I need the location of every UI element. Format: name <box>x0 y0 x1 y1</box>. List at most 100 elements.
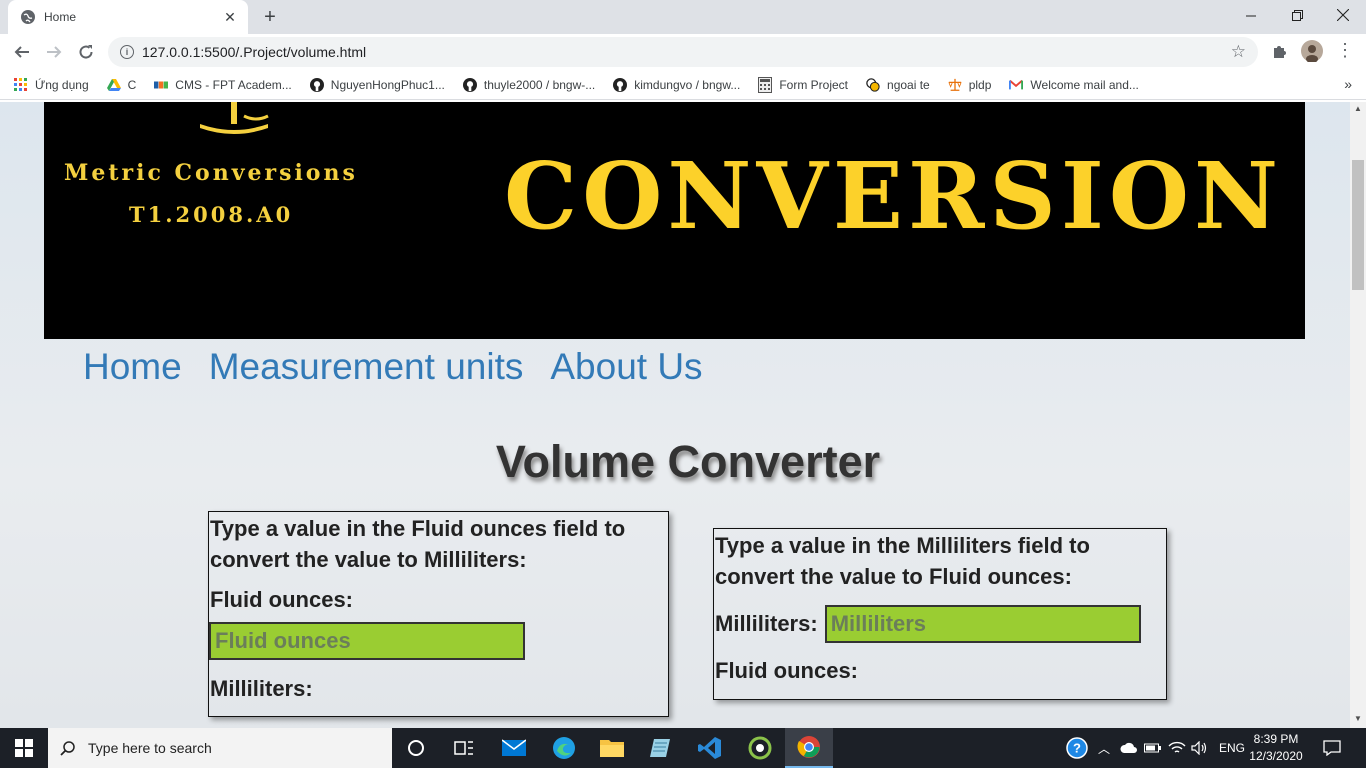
info-icon[interactable]: i <box>120 45 134 59</box>
app-circle-icon[interactable] <box>736 728 784 768</box>
reload-button[interactable] <box>72 38 100 66</box>
chrome-taskbar-icon[interactable] <box>785 728 833 768</box>
bookmark-github-thuyle[interactable]: thuyle2000 / bngw-... <box>462 77 595 92</box>
scrollbar-thumb[interactable] <box>1352 160 1364 290</box>
scroll-down-icon[interactable]: ▼ <box>1354 714 1362 723</box>
nav-link-home[interactable]: Home <box>83 346 182 388</box>
milliliters-row: Milliliters: Milliliters <box>714 605 1166 643</box>
system-clock[interactable]: 8:39 PM 12/3/2020 <box>1248 731 1304 765</box>
tab-strip: Home ✕ + <box>0 0 1366 34</box>
bookmark-cms-fpt[interactable]: CMS - FPT Academ... <box>154 78 292 92</box>
browser-toolbar: i 127.0.0.1:5500/.Project/volume.html ☆ … <box>0 34 1366 70</box>
new-tab-button[interactable]: + <box>258 5 282 29</box>
edge-icon[interactable] <box>540 728 588 768</box>
github-icon <box>613 77 628 92</box>
bookmark-label: Form Project <box>779 77 849 92</box>
currency-icon <box>866 77 880 92</box>
volume-icon[interactable] <box>1191 728 1209 768</box>
minimize-button[interactable] <box>1228 0 1274 30</box>
bookmark-c[interactable]: C <box>106 77 137 92</box>
scale-icon <box>948 78 962 92</box>
browser-tab-home[interactable]: Home ✕ <box>8 0 248 34</box>
fluid-ounces-input[interactable]: Fluid ounces <box>209 622 525 660</box>
close-window-button[interactable] <box>1320 0 1366 30</box>
help-icon[interactable]: ? <box>1066 728 1088 768</box>
cortana-icon[interactable] <box>392 728 440 768</box>
star-icon[interactable]: ☆ <box>1231 42 1246 62</box>
bookmark-label: Ứng dụng <box>35 77 89 92</box>
menu-kebab-icon[interactable]: ⋮ <box>1336 40 1354 61</box>
gmail-icon <box>1009 78 1024 92</box>
nav-link-about-us[interactable]: About Us <box>550 346 702 388</box>
globe-icon <box>20 9 36 25</box>
fluid-ounces-result-label: Fluid ounces: <box>715 658 858 683</box>
fluid-ounces-label: Fluid ounces: <box>210 587 353 612</box>
header-banner: Metric Conversions T1.2008.A0 CONVERSION <box>44 102 1305 339</box>
url-text: 127.0.0.1:5500/.Project/volume.html <box>142 44 367 60</box>
language-indicator[interactable]: ENG <box>1219 728 1245 768</box>
svg-text:?: ? <box>1073 741 1081 756</box>
bookmark-gmail[interactable]: Welcome mail and... <box>1009 78 1139 92</box>
scroll-up-icon[interactable]: ▲ <box>1354 104 1362 113</box>
mail-icon[interactable] <box>490 728 538 768</box>
tab-title: Home <box>44 10 77 24</box>
bookmark-apps[interactable]: Ứng dụng <box>14 77 89 92</box>
bookmark-label: Welcome mail and... <box>1030 77 1139 92</box>
milliliters-input[interactable]: Milliliters <box>824 605 1141 643</box>
nav-link-measurement-units[interactable]: Measurement units <box>209 346 524 388</box>
notifications-icon[interactable] <box>1323 728 1341 768</box>
wifi-icon[interactable] <box>1168 728 1186 768</box>
main-nav: Home Measurement units About Us <box>83 346 703 388</box>
bookmark-github-kimdungvo[interactable]: kimdungvo / bngw... <box>613 77 741 92</box>
restore-button[interactable] <box>1274 0 1320 30</box>
banner-headline: CONVERSION <box>504 142 1284 250</box>
fpt-icon <box>154 78 169 92</box>
forward-button[interactable] <box>40 38 68 66</box>
extensions-puzzle-icon[interactable] <box>1271 42 1289 65</box>
github-icon <box>462 77 477 92</box>
notes-app-icon[interactable] <box>636 728 684 768</box>
bookmark-github-nguyenhongphuc[interactable]: NguyenHongPhuc1... <box>309 77 445 92</box>
arrow-right-icon <box>47 46 62 58</box>
file-explorer-icon[interactable] <box>588 728 636 768</box>
task-view-icon[interactable] <box>440 728 488 768</box>
taskbar-search-placeholder: Type here to search <box>88 740 212 756</box>
milliliters-result-label: Milliliters: <box>210 676 313 701</box>
minimize-icon <box>1245 15 1256 16</box>
google-drive-icon <box>106 78 121 92</box>
milliliters-label: Milliliters: <box>715 611 818 636</box>
restore-icon <box>1291 9 1303 21</box>
bookmarks-bar: Ứng dụng C CMS - FPT Academ... NguyenHon… <box>0 70 1366 100</box>
windows-logo-icon <box>15 739 33 757</box>
page-title: Volume Converter <box>495 436 881 487</box>
close-tab-icon[interactable]: ✕ <box>222 9 238 26</box>
profile-avatar[interactable] <box>1301 40 1323 67</box>
calculator-icon <box>758 76 773 93</box>
bookmark-form-project[interactable]: Form Project <box>758 76 849 93</box>
back-button[interactable] <box>8 38 36 66</box>
banner-code: T1.2008.A0 <box>129 202 294 227</box>
chevron-up-icon[interactable]: ︿ <box>1098 728 1110 768</box>
oz-to-ml-card: Type a value in the Fluid ounces field t… <box>208 511 669 717</box>
battery-icon[interactable] <box>1144 728 1162 768</box>
taskbar-search-box[interactable]: Type here to search <box>48 728 392 768</box>
arrow-left-icon <box>14 46 29 58</box>
bookmarks-overflow-icon[interactable]: » <box>1344 76 1352 92</box>
bookmark-ngoai-te[interactable]: ngoai te <box>866 78 930 92</box>
scale-logo-icon <box>200 102 269 134</box>
ml-to-oz-card: Type a value in the Milliliters field to… <box>713 528 1167 700</box>
page-scrollbar[interactable]: ▲ ▼ <box>1350 102 1366 728</box>
bookmark-pldp[interactable]: pldp <box>948 77 992 92</box>
banner-subtitle: Metric Conversions <box>64 160 358 186</box>
address-bar[interactable]: i 127.0.0.1:5500/.Project/volume.html ☆ <box>108 37 1258 67</box>
bookmark-label: kimdungvo / bngw... <box>634 77 741 92</box>
bookmark-label: pldp <box>968 77 992 92</box>
onedrive-cloud-icon[interactable] <box>1120 728 1138 768</box>
clock-date: 12/3/2020 <box>1249 749 1303 763</box>
reload-icon <box>79 45 93 59</box>
bookmark-label: C <box>127 77 137 92</box>
vscode-icon[interactable] <box>686 728 734 768</box>
apps-grid-icon <box>14 77 28 92</box>
close-icon <box>1337 9 1349 21</box>
start-button[interactable] <box>0 728 48 768</box>
